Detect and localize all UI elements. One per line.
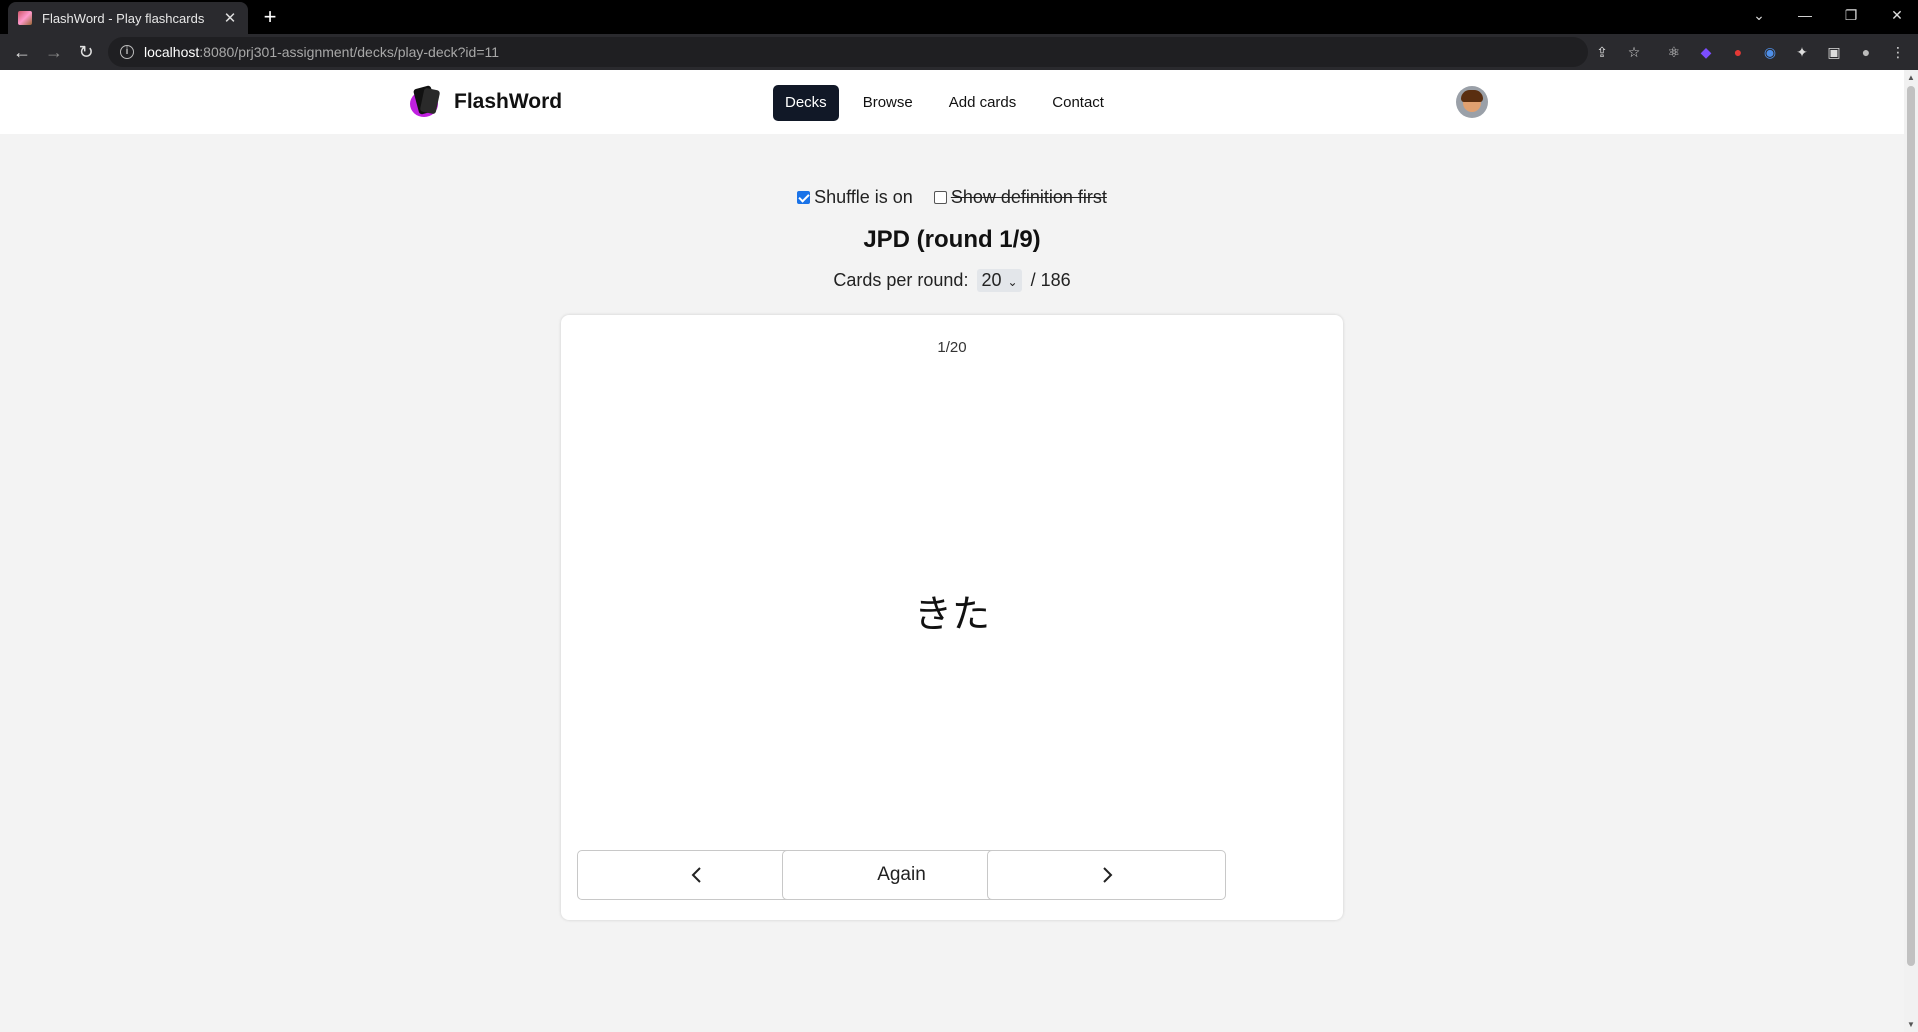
brand-name: FlashWord: [454, 90, 563, 113]
definition-first-checkbox[interactable]: [933, 191, 947, 204]
nav-contact[interactable]: Contact: [1040, 85, 1116, 121]
per-round-label: Cards per round:: [833, 270, 969, 290]
user-avatar[interactable]: [1456, 86, 1488, 118]
chevron-down-icon: ⌄: [1007, 275, 1018, 289]
extension-badge-icon[interactable]: ◆: [1696, 42, 1716, 62]
restore-button[interactable]: ❐: [1836, 4, 1866, 26]
brand-link[interactable]: FlashWord: [408, 85, 562, 119]
total-cards: / 186: [1030, 270, 1071, 290]
minimize-button[interactable]: —: [1790, 4, 1820, 26]
address-bar[interactable]: i localhost:8080/prj301-assignment/decks…: [108, 37, 1588, 67]
extension-react-icon[interactable]: ⚛: [1664, 42, 1684, 62]
tab-title: FlashWord - Play flashcards: [42, 10, 205, 26]
nav-decks[interactable]: Decks: [773, 85, 839, 121]
url-path: :8080/prj301-assignment/decks/play-deck?…: [199, 44, 500, 60]
flashcard[interactable]: 1/20 きた Again: [561, 315, 1343, 920]
chevron-left-icon: [691, 867, 701, 883]
browser-menu-icon[interactable]: ⋮: [1888, 42, 1908, 62]
per-round-select[interactable]: 20 ⌄: [977, 269, 1022, 292]
profile-icon[interactable]: ●: [1856, 42, 1876, 62]
play-options: Shuffle is on Show definition first: [0, 187, 1904, 209]
tab-search-icon[interactable]: ⌄: [1744, 4, 1774, 26]
flashword-logo-icon: [408, 85, 444, 119]
url-host: localhost: [144, 44, 200, 60]
main-nav: Decks Browse Add cards Contact: [773, 85, 1116, 121]
side-panel-icon[interactable]: ▣: [1824, 42, 1844, 62]
page-scrollbar[interactable]: ▲ ▼: [1904, 70, 1918, 1032]
site-info-icon[interactable]: i: [120, 45, 134, 59]
browser-tab[interactable]: FlashWord - Play flashcards ✕: [8, 2, 248, 34]
forward-button[interactable]: →: [38, 36, 70, 68]
scrollbar-thumb[interactable]: [1907, 86, 1915, 966]
shuffle-checkbox[interactable]: [797, 191, 811, 204]
bookmark-star-icon[interactable]: ☆: [1624, 42, 1644, 62]
chevron-right-icon: [1102, 867, 1112, 883]
next-card-button[interactable]: [987, 850, 1226, 900]
site-header: FlashWord Decks Browse Add cards Contact: [0, 70, 1904, 134]
share-icon[interactable]: ⇪: [1592, 42, 1612, 62]
definition-first-label: Show definition first: [950, 187, 1107, 207]
previous-card-button[interactable]: [577, 850, 816, 900]
close-window-button[interactable]: ✕: [1882, 4, 1912, 26]
favicon-icon: [18, 11, 32, 25]
again-button[interactable]: Again: [782, 850, 1021, 900]
card-term: きた: [913, 592, 990, 636]
new-tab-button[interactable]: +: [258, 5, 282, 29]
definition-first-option[interactable]: Show definition first: [933, 187, 1107, 208]
scroll-down-icon[interactable]: ▼: [1906, 1020, 1916, 1029]
shuffle-label: Shuffle is on: [814, 187, 913, 207]
nav-browse[interactable]: Browse: [851, 85, 925, 121]
nav-add-cards[interactable]: Add cards: [937, 85, 1029, 121]
scroll-up-icon[interactable]: ▲: [1906, 73, 1916, 82]
cards-per-round: Cards per round: 20 ⌄ / 186: [0, 269, 1904, 292]
reload-button[interactable]: ↻: [70, 36, 102, 68]
browser-tab-strip: FlashWord - Play flashcards ✕ + ⌄ — ❐ ✕: [0, 0, 1918, 34]
page-content: FlashWord Decks Browse Add cards Contact…: [0, 70, 1904, 1032]
per-round-value: 20: [981, 270, 1002, 290]
extensions-puzzle-icon[interactable]: ✦: [1792, 42, 1812, 62]
deck-title: JPD (round 1/9): [863, 226, 1041, 253]
tab-close-icon[interactable]: ✕: [222, 9, 238, 27]
extension-search-icon[interactable]: ◉: [1760, 42, 1780, 62]
back-button[interactable]: ←: [6, 36, 38, 68]
card-counter: 1/20: [937, 339, 967, 356]
extension-red-icon[interactable]: ●: [1728, 42, 1748, 62]
shuffle-option[interactable]: Shuffle is on: [797, 187, 913, 208]
